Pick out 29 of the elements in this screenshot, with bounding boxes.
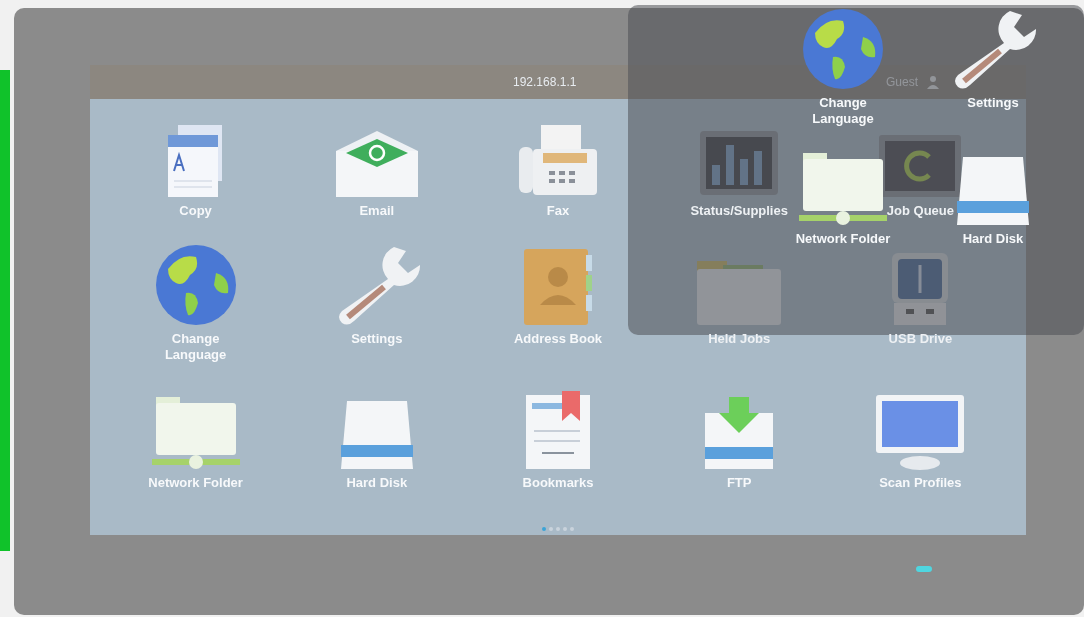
app-label[interactable]: Status/Supplies <box>690 203 788 219</box>
monitor-refresh-icon <box>877 133 964 199</box>
app-label[interactable]: Job Queue <box>886 203 954 219</box>
app-label[interactable]: Hard Disk <box>346 475 408 491</box>
person-icon <box>926 75 940 89</box>
app-label[interactable]: Settings <box>351 331 403 347</box>
app-label[interactable]: Held Jobs <box>708 331 771 347</box>
app-label[interactable]: Network Folder <box>795 231 891 247</box>
app-label[interactable]: Network Folder <box>148 475 243 491</box>
monitor-icon <box>874 393 967 471</box>
app-label[interactable]: Bookmarks <box>522 475 594 491</box>
app-label[interactable]: USB Drive <box>888 331 953 347</box>
app-label[interactable]: Settings <box>967 95 1019 111</box>
network-folder-icon <box>149 395 242 471</box>
globe-icon <box>153 243 238 327</box>
envelope-icon <box>333 129 420 199</box>
app-label[interactable]: Fax <box>546 203 570 219</box>
app-label[interactable]: Change Language <box>790 95 896 127</box>
app-label[interactable]: Hard Disk <box>962 231 1024 247</box>
network-folder-icon <box>797 151 889 227</box>
globe-icon <box>801 7 885 91</box>
app-label[interactable]: Copy <box>179 203 212 219</box>
app-label[interactable]: Scan Profiles <box>879 475 962 491</box>
app-label[interactable]: Address Book <box>513 331 603 347</box>
app-label[interactable]: Email <box>359 203 395 219</box>
ip-address: 192.168.1.1 <box>513 74 577 91</box>
app-label[interactable]: FTP <box>726 475 752 491</box>
bookmarked-page-icon <box>524 391 592 471</box>
app-label[interactable]: Change Language <box>142 331 249 363</box>
